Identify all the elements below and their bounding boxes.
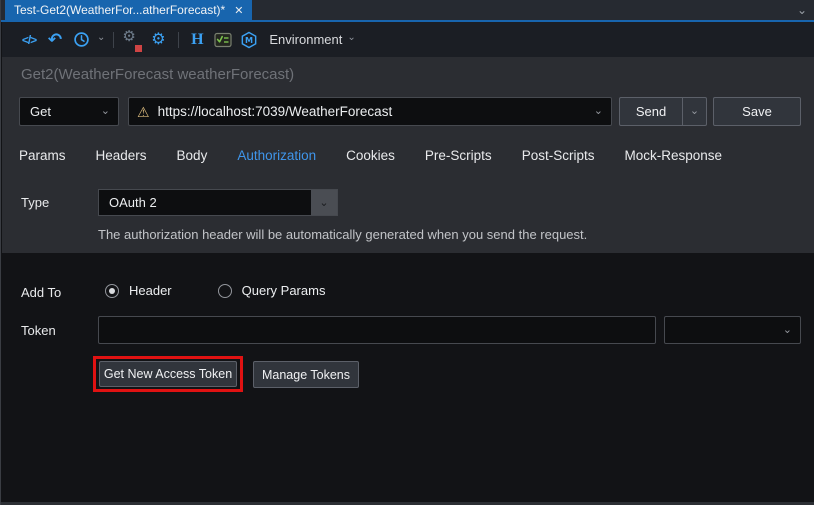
tab-params[interactable]: Params (19, 148, 66, 163)
save-button-label: Save (742, 104, 772, 119)
svg-text:M: M (245, 35, 253, 45)
http-headers-icon[interactable]: H (187, 28, 207, 52)
url-input[interactable]: ⚠ https://localhost:7039/WeatherForecast… (128, 97, 612, 126)
chevron-down-icon[interactable]: ⌄ (311, 190, 337, 215)
auth-helper-text: The authorization header will be automat… (98, 227, 588, 242)
document-tab-bar: Test-Get2(WeatherFor...atherForecast)* ✕… (1, 0, 814, 20)
radio-header-selected[interactable] (105, 283, 119, 298)
tab-headers[interactable]: Headers (96, 148, 147, 163)
history-clock-icon[interactable] (71, 28, 91, 52)
manage-tokens-button[interactable]: Manage Tokens (253, 361, 359, 388)
token-label: Token (21, 323, 56, 338)
chevron-down-icon: ⌄ (689, 105, 700, 117)
environment-variables-icon[interactable] (213, 28, 233, 52)
request-toolbar: </> ↶ ⌄ ⚙ ⚙ H M Environment ⌄ (2, 22, 814, 57)
auth-type-select[interactable]: OAuth 2 ⌄ (98, 189, 338, 216)
toolbar-separator (178, 31, 180, 48)
request-name-heading: Get2(WeatherForecast weatherForecast) (21, 66, 295, 83)
chevron-down-icon[interactable]: ⌄ (594, 106, 603, 117)
tab-cookies[interactable]: Cookies (346, 148, 395, 163)
send-button-label: Send (635, 104, 667, 119)
environment-dropdown-chevron-icon[interactable]: ⌄ (347, 32, 355, 43)
tab-body[interactable]: Body (177, 148, 208, 163)
rest-client-window: Test-Get2(WeatherFor...atherForecast)* ✕… (0, 0, 814, 505)
url-value: https://localhost:7039/WeatherForecast (157, 104, 393, 119)
mock-server-icon[interactable]: M (239, 28, 259, 52)
send-options-chevron[interactable]: ⌄ (682, 98, 706, 125)
red-highlight-annotation: Get New Access Token (93, 356, 243, 392)
chevron-down-icon: ⌄ (782, 323, 792, 336)
tab-post-scripts[interactable]: Post-Scripts (522, 148, 595, 163)
toolbar-separator (113, 31, 115, 48)
auth-type-value: OAuth 2 (109, 195, 157, 210)
document-tab-label: Test-Get2(WeatherFor...atherForecast)* (14, 3, 226, 17)
history-dropdown-chevron-icon[interactable]: ⌄ (97, 32, 105, 43)
close-icon[interactable]: ✕ (234, 4, 243, 17)
red-square-badge (135, 44, 143, 52)
save-button[interactable]: Save (713, 97, 801, 126)
get-new-access-token-button[interactable]: Get New Access Token (99, 361, 237, 387)
get-new-access-token-label: Get New Access Token (103, 367, 233, 381)
method-select[interactable]: Get ⌄ (19, 97, 119, 126)
settings-gear-icon[interactable]: ⚙ (148, 28, 168, 52)
radio-header-label[interactable]: Header (129, 283, 172, 298)
extension-settings-icon[interactable]: ⚙ (122, 28, 143, 52)
method-value: Get (30, 104, 51, 119)
tab-list-chevron-icon[interactable]: ⌄ (797, 1, 807, 19)
tab-authorization[interactable]: Authorization (237, 148, 316, 163)
radio-query-params[interactable] (217, 283, 232, 298)
radio-query-params-label[interactable]: Query Params (242, 283, 326, 298)
code-snippet-icon[interactable]: </> (19, 28, 39, 52)
add-to-label: Add To (21, 285, 62, 300)
manage-tokens-label: Manage Tokens (261, 367, 351, 382)
token-type-select[interactable]: ⌄ (664, 316, 801, 344)
add-to-radio-group: Header Query Params (105, 283, 325, 298)
tab-mock-response[interactable]: Mock-Response (624, 148, 722, 163)
chevron-down-icon: ⌄ (100, 105, 110, 117)
document-tab[interactable]: Test-Get2(WeatherFor...atherForecast)* ✕ (5, 0, 253, 20)
warning-icon: ⚠ (137, 103, 150, 120)
type-label: Type (21, 195, 50, 210)
environment-dropdown-label[interactable]: Environment (269, 32, 342, 47)
request-tabstrip: Params Headers Body Authorization Cookie… (19, 142, 722, 168)
undo-icon[interactable]: ↶ (45, 28, 65, 52)
token-input[interactable] (98, 316, 656, 344)
send-button[interactable]: Send ⌄ (619, 97, 707, 126)
tab-pre-scripts[interactable]: Pre-Scripts (425, 148, 492, 163)
